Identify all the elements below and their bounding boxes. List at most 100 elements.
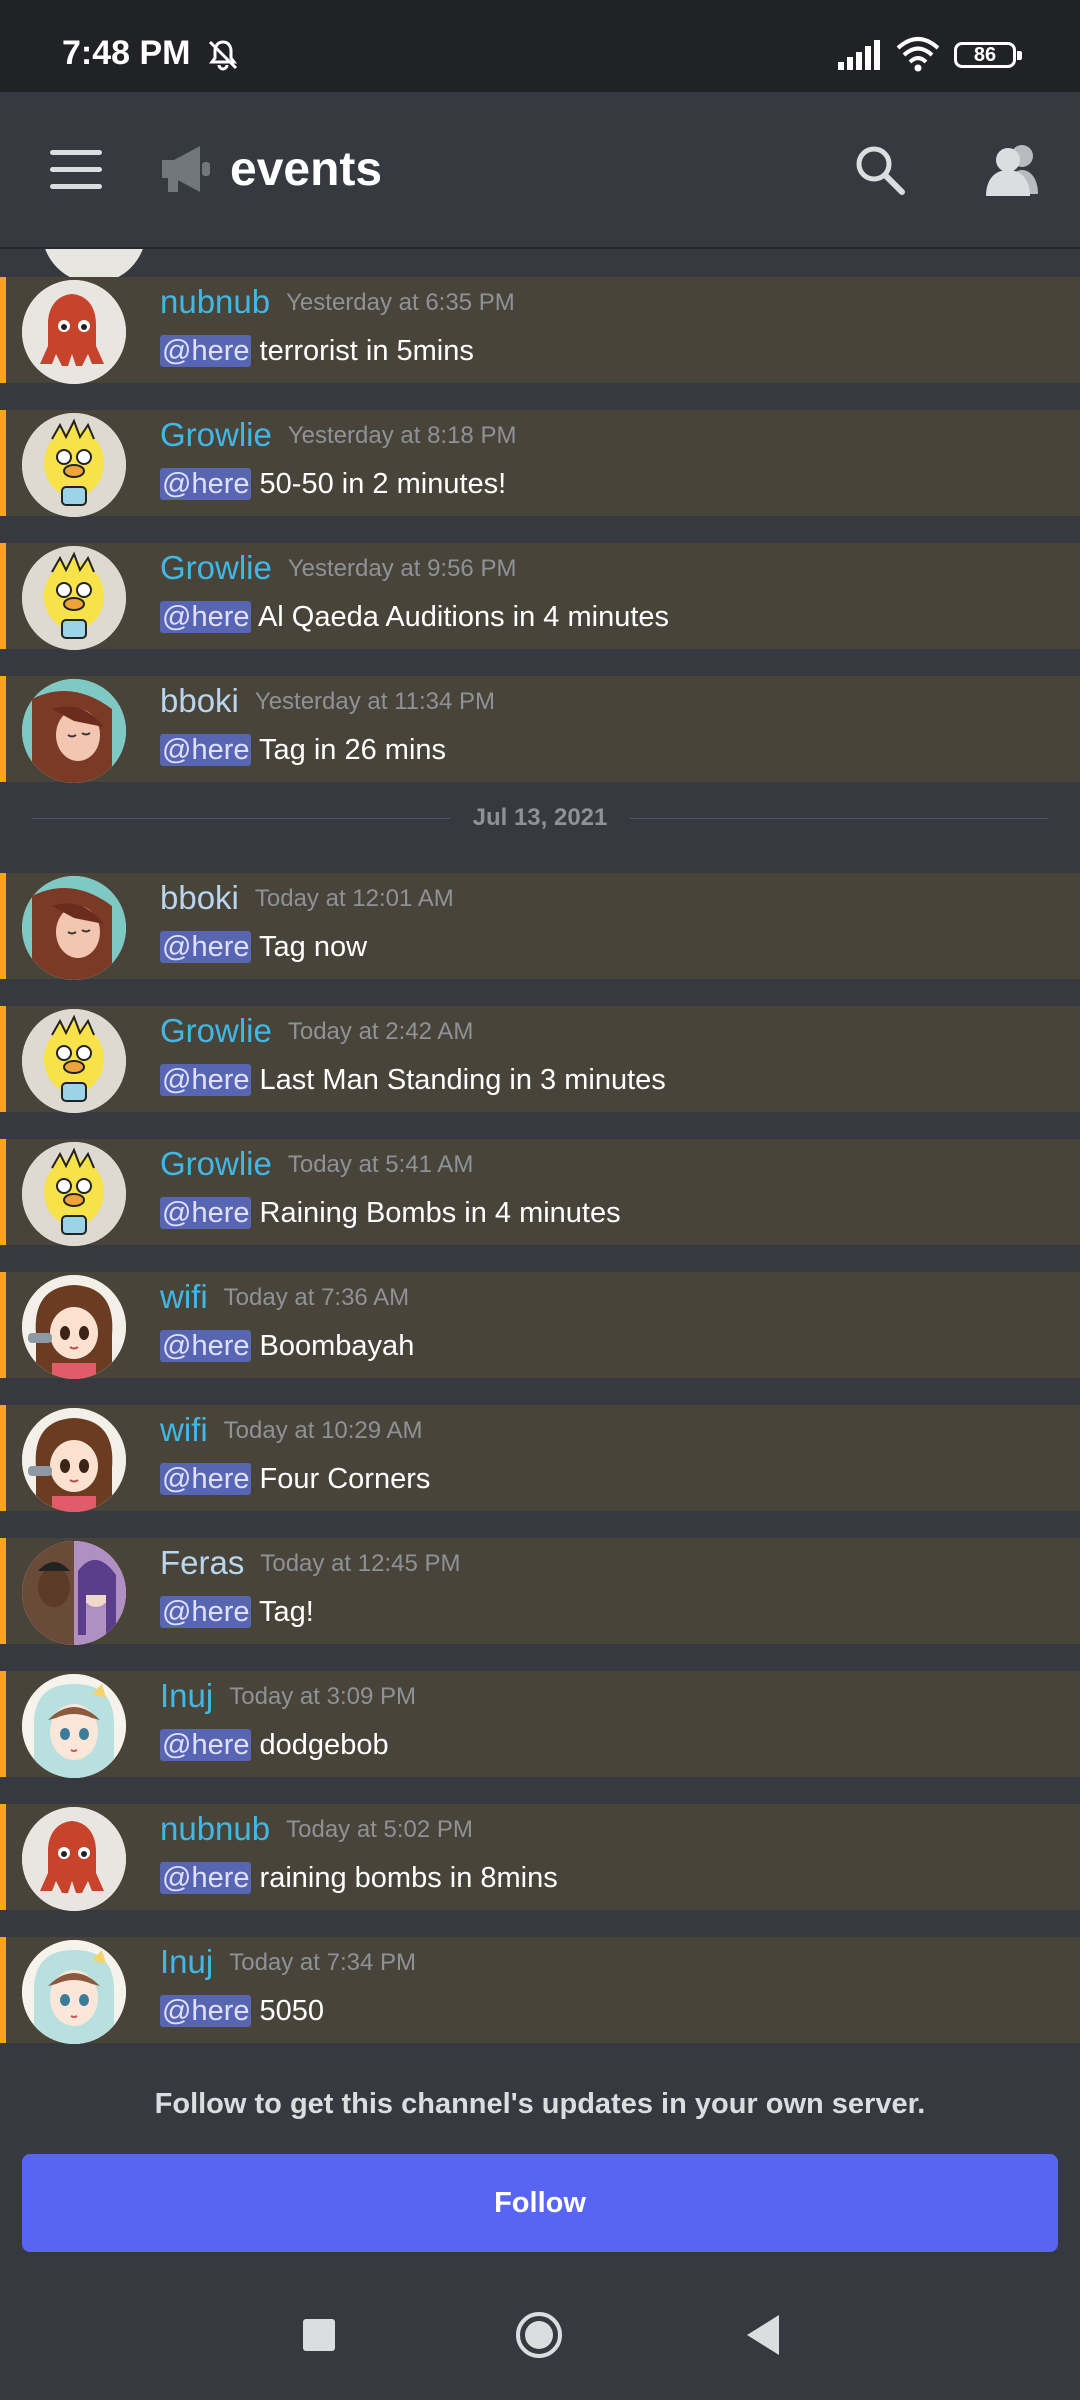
message-item[interactable]: nubnub Yesterday at 6:35 PM @here terroris… [0, 277, 1080, 384]
message-item[interactable]: bboki Yesterday at 11:34 PM @here Tag in 2… [0, 676, 1080, 783]
message-item[interactable]: bboki Today at 12:01 AM @here Tag now [0, 873, 1080, 980]
author-name[interactable]: Growlie [160, 549, 272, 586]
follow-button[interactable]: Follow [22, 2154, 1058, 2252]
message-author[interactable]: nubnub Yesterday at 6:35 PM [160, 283, 515, 321]
message-timestamp: Today at 5:02 PM [286, 1816, 473, 1843]
author-name[interactable]: wifi [160, 1411, 208, 1448]
boy-avatar[interactable] [22, 1674, 126, 1778]
message-timestamp: Today at 3:09 PM [229, 1683, 416, 1710]
message-author[interactable]: Growlie Today at 2:42 AM [160, 1012, 473, 1050]
message-text: Raining Bombs in 4 minutes [259, 1197, 621, 1229]
status-bar: 7:48 PM 86 [0, 0, 1080, 92]
author-name[interactable]: bboki [160, 879, 239, 916]
message-item[interactable]: Growlie Today at 2:42 AM @here Last Man St… [0, 1006, 1080, 1113]
duck-avatar[interactable] [22, 1142, 126, 1246]
recents-button-icon[interactable] [303, 2319, 335, 2351]
author-name[interactable]: Growlie [160, 1012, 272, 1049]
message-author[interactable]: bboki Today at 12:01 AM [160, 879, 454, 917]
message-timestamp: Yesterday at 9:56 PM [287, 555, 517, 582]
follow-prompt: Follow to get this channel's updates in … [0, 2046, 1080, 2308]
girl-avatar[interactable] [22, 1275, 126, 1379]
message-item[interactable]: nubnub Today at 5:02 PM @here raining bomb… [0, 1804, 1080, 1911]
author-name[interactable]: Feras [160, 1544, 244, 1581]
message-item[interactable]: wifi Today at 10:29 AM @here Four Corners [0, 1405, 1080, 1512]
message-author[interactable]: Growlie Yesterday at 8:18 PM [160, 416, 516, 454]
duck-avatar[interactable] [22, 1009, 126, 1113]
author-name[interactable]: Inuj [160, 1677, 213, 1714]
message-author[interactable]: Feras Today at 12:45 PM [160, 1544, 460, 1582]
search-icon[interactable] [852, 142, 906, 196]
message-item[interactable]: Growlie Yesterday at 8:18 PM @here 50-50 i… [0, 410, 1080, 517]
message-item[interactable]: Inuj Today at 3:09 PM @here dodgebob [0, 1671, 1080, 1778]
anime-avatar[interactable] [22, 876, 126, 980]
message-timestamp: Today at 2:42 AM [287, 1018, 474, 1045]
message-author[interactable]: bboki Yesterday at 11:34 PM [160, 682, 495, 720]
message-author[interactable]: wifi Today at 10:29 AM [160, 1411, 422, 1449]
message-author[interactable]: Inuj Today at 3:09 PM [160, 1677, 416, 1715]
here-mention[interactable]: @here [160, 1596, 252, 1628]
here-mention[interactable]: @here [160, 335, 252, 367]
author-name[interactable]: bboki [160, 682, 239, 719]
here-mention[interactable]: @here [160, 1330, 252, 1362]
author-name[interactable]: nubnub [160, 283, 270, 320]
here-mention[interactable]: @here [160, 931, 252, 963]
message-content: @here 50-50 in 2 minutes! [160, 468, 506, 501]
members-icon[interactable] [982, 142, 1044, 196]
squid-avatar[interactable] [22, 1807, 126, 1911]
message-text: 5050 [259, 1995, 325, 2027]
message-text: dodgebob [259, 1729, 389, 1761]
message-item[interactable]: Feras Today at 12:45 PM @here Tag! [0, 1538, 1080, 1645]
message-timestamp: Yesterday at 11:34 PM [254, 688, 496, 715]
status-time: 7:48 PM [62, 34, 191, 72]
author-name[interactable]: Growlie [160, 416, 272, 453]
message-item[interactable]: wifi Today at 7:36 AM @here Boombayah [0, 1272, 1080, 1379]
message-content: @here Tag in 26 mins [160, 734, 446, 767]
here-mention[interactable]: @here [160, 1995, 252, 2027]
bell-muted-icon [208, 40, 238, 71]
message-timestamp: Today at 12:01 AM [254, 885, 454, 912]
here-mention[interactable]: @here [160, 601, 252, 633]
message-author[interactable]: nubnub Today at 5:02 PM [160, 1810, 473, 1848]
message-author[interactable]: Growlie Today at 5:41 AM [160, 1145, 473, 1183]
message-author[interactable]: Growlie Yesterday at 9:56 PM [160, 549, 516, 587]
date-divider: Jul 13, 2021 [32, 798, 1048, 838]
author-name[interactable]: wifi [160, 1278, 208, 1315]
here-mention[interactable]: @here [160, 1064, 252, 1096]
message-list[interactable]: nubnub Yesterday at 6:35 PM @here terroris… [0, 249, 1080, 2046]
message-item[interactable]: Growlie Yesterday at 9:56 PM @here Al Qaed… [0, 543, 1080, 650]
message-author[interactable]: wifi Today at 7:36 AM [160, 1278, 409, 1316]
duck-avatar[interactable] [22, 546, 126, 650]
channel-title: events [230, 143, 383, 196]
anime-avatar[interactable] [22, 679, 126, 783]
message-content: @here Tag! [160, 1596, 314, 1629]
message-timestamp: Today at 10:29 AM [223, 1417, 423, 1444]
message-text: Boombayah [259, 1330, 415, 1362]
message-author[interactable]: Inuj Today at 7:34 PM [160, 1943, 416, 1981]
wifi-icon [896, 37, 940, 72]
back-button-icon[interactable] [745, 2313, 781, 2357]
squid-avatar[interactable] [22, 280, 126, 384]
photo-avatar[interactable] [22, 1541, 126, 1645]
here-mention[interactable]: @here [160, 1862, 252, 1894]
message-item[interactable]: Inuj Today at 7:34 PM @here 5050 [0, 1937, 1080, 2044]
message-item[interactable]: Growlie Today at 5:41 AM @here Raining Bom… [0, 1139, 1080, 1246]
here-mention[interactable]: @here [160, 468, 252, 500]
here-mention[interactable]: @here [160, 1463, 252, 1495]
system-nav-bar [0, 2270, 1080, 2400]
here-mention[interactable]: @here [160, 1729, 252, 1761]
home-button-icon[interactable] [514, 2310, 564, 2360]
author-name[interactable]: Growlie [160, 1145, 272, 1182]
girl-avatar[interactable] [22, 1408, 126, 1512]
author-name[interactable]: nubnub [160, 1810, 270, 1847]
channel-header: events [0, 92, 1080, 249]
here-mention[interactable]: @here [160, 734, 252, 766]
message-content: @here Last Man Standing in 3 minutes [160, 1064, 666, 1097]
date-divider-label: Jul 13, 2021 [472, 804, 608, 831]
duck-avatar[interactable] [22, 413, 126, 517]
here-mention[interactable]: @here [160, 1197, 252, 1229]
message-text: Tag now [259, 931, 368, 963]
message-text: Tag in 26 mins [259, 734, 447, 766]
author-name[interactable]: Inuj [160, 1943, 213, 1980]
boy-avatar[interactable] [22, 1940, 126, 2044]
hamburger-menu-icon[interactable] [50, 150, 102, 190]
